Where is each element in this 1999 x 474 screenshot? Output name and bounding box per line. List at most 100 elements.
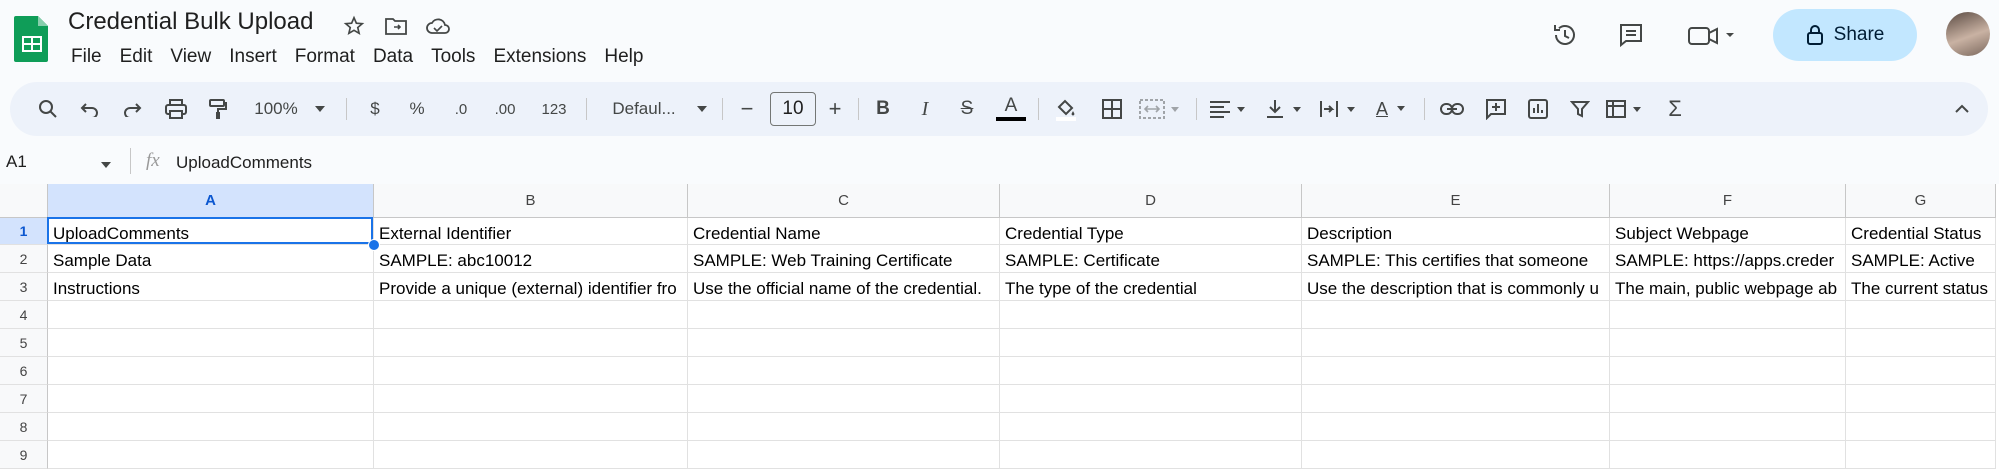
empty-cell[interactable]	[374, 301, 688, 329]
undo-icon[interactable]	[72, 82, 108, 136]
row-header[interactable]: 9	[0, 441, 48, 469]
formula-input[interactable]: UploadComments	[176, 153, 312, 173]
empty-cell[interactable]	[1846, 413, 1996, 441]
decrease-font-size-button[interactable]: −	[732, 82, 762, 136]
empty-cell[interactable]	[1610, 301, 1846, 329]
empty-cell[interactable]	[1000, 385, 1302, 413]
cell-b2[interactable]: SAMPLE: abc10012	[374, 245, 688, 273]
row-header[interactable]: 7	[0, 385, 48, 413]
vertical-align-icon[interactable]	[1262, 82, 1308, 136]
empty-cell[interactable]	[688, 329, 1000, 357]
empty-cell[interactable]	[1302, 357, 1610, 385]
cell-d3[interactable]: The type of the credential	[1000, 273, 1302, 301]
cell-g2[interactable]: SAMPLE: Active	[1846, 245, 1996, 273]
cell-e1[interactable]: Description	[1302, 218, 1610, 245]
menu-tools[interactable]: Tools	[422, 44, 484, 70]
empty-cell[interactable]	[48, 413, 374, 441]
row-header[interactable]: 1	[0, 218, 48, 245]
empty-cell[interactable]	[688, 357, 1000, 385]
cell-g3[interactable]: The current status	[1846, 273, 1996, 301]
column-header-c[interactable]: C	[688, 184, 1000, 218]
collapse-toolbar-icon[interactable]	[1944, 82, 1980, 136]
horizontal-align-icon[interactable]	[1206, 82, 1252, 136]
empty-cell[interactable]	[688, 385, 1000, 413]
cell-d1[interactable]: Credential Type	[1000, 218, 1302, 245]
percent-format-button[interactable]: %	[402, 82, 432, 136]
cell-b1[interactable]: External Identifier	[374, 218, 688, 245]
menu-insert[interactable]: Insert	[220, 44, 286, 70]
column-header-e[interactable]: E	[1302, 184, 1610, 218]
insert-chart-icon[interactable]	[1520, 82, 1556, 136]
zoom-dropdown-icon[interactable]	[310, 82, 330, 136]
increase-decimal-button[interactable]: .00	[488, 82, 522, 136]
search-menus-icon[interactable]	[30, 82, 66, 136]
cloud-saved-icon[interactable]	[424, 12, 452, 40]
font-family-select[interactable]: Defaul...	[594, 82, 694, 136]
document-title[interactable]: Credential Bulk Upload	[68, 8, 313, 36]
empty-cell[interactable]	[1846, 301, 1996, 329]
empty-cell[interactable]	[688, 441, 1000, 469]
empty-cell[interactable]	[374, 385, 688, 413]
row-header[interactable]: 3	[0, 273, 48, 301]
redo-icon[interactable]	[114, 82, 150, 136]
cell-g1[interactable]: Credential Status	[1846, 218, 1996, 245]
empty-cell[interactable]	[1302, 413, 1610, 441]
menu-file[interactable]: File	[62, 44, 111, 70]
cell-f1[interactable]: Subject Webpage	[1610, 218, 1846, 245]
row-header[interactable]: 8	[0, 413, 48, 441]
insert-comment-icon[interactable]	[1478, 82, 1514, 136]
decrease-decimal-button[interactable]: .0	[446, 82, 476, 136]
increase-font-size-button[interactable]: +	[820, 82, 850, 136]
row-header[interactable]: 5	[0, 329, 48, 357]
menu-extensions[interactable]: Extensions	[484, 44, 595, 70]
font-dropdown-icon[interactable]	[692, 82, 712, 136]
empty-cell[interactable]	[1000, 301, 1302, 329]
empty-cell[interactable]	[374, 441, 688, 469]
cell-a1[interactable]: UploadComments	[48, 218, 374, 245]
cell-a2[interactable]: Sample Data	[48, 245, 374, 273]
empty-cell[interactable]	[374, 413, 688, 441]
menu-view[interactable]: View	[161, 44, 220, 70]
empty-cell[interactable]	[688, 301, 1000, 329]
column-header-b[interactable]: B	[374, 184, 688, 218]
empty-cell[interactable]	[1846, 441, 1996, 469]
cell-a3[interactable]: Instructions	[48, 273, 374, 301]
empty-cell[interactable]	[1610, 329, 1846, 357]
fill-color-icon[interactable]	[1048, 82, 1084, 136]
empty-cell[interactable]	[1302, 385, 1610, 413]
empty-cell[interactable]	[48, 301, 374, 329]
empty-cell[interactable]	[1000, 329, 1302, 357]
column-header-g[interactable]: G	[1846, 184, 1996, 218]
avatar[interactable]	[1946, 12, 1990, 56]
row-header[interactable]: 6	[0, 357, 48, 385]
cell-e2[interactable]: SAMPLE: This certifies that someone	[1302, 245, 1610, 273]
select-all-corner[interactable]	[0, 184, 48, 218]
paint-format-icon[interactable]	[200, 82, 236, 136]
text-color-button[interactable]: A	[994, 82, 1028, 136]
empty-cell[interactable]	[1302, 441, 1610, 469]
empty-cell[interactable]	[1610, 385, 1846, 413]
cell-c1[interactable]: Credential Name	[688, 218, 1000, 245]
more-formats-button[interactable]: 123	[534, 82, 574, 136]
menu-format[interactable]: Format	[286, 44, 364, 70]
empty-cell[interactable]	[48, 329, 374, 357]
empty-cell[interactable]	[1000, 357, 1302, 385]
cell-c3[interactable]: Use the official name of the credential.	[688, 273, 1000, 301]
menu-help[interactable]: Help	[595, 44, 652, 70]
version-history-icon[interactable]	[1548, 18, 1582, 52]
cell-d2[interactable]: SAMPLE: Certificate	[1000, 245, 1302, 273]
italic-button[interactable]: I	[910, 82, 940, 136]
empty-cell[interactable]	[1610, 441, 1846, 469]
text-wrapping-icon[interactable]	[1316, 82, 1362, 136]
cell-e3[interactable]: Use the description that is commonly u	[1302, 273, 1610, 301]
name-box-dropdown-icon[interactable]	[100, 156, 112, 174]
column-header-d[interactable]: D	[1000, 184, 1302, 218]
strikethrough-button[interactable]: S	[952, 82, 982, 136]
empty-cell[interactable]	[1302, 329, 1610, 357]
empty-cell[interactable]	[48, 357, 374, 385]
share-button[interactable]: Share	[1773, 9, 1917, 61]
font-size-input[interactable]: 10	[770, 92, 816, 126]
cell-f3[interactable]: The main, public webpage ab	[1610, 273, 1846, 301]
empty-cell[interactable]	[1000, 441, 1302, 469]
functions-button[interactable]: Σ	[1660, 82, 1690, 136]
